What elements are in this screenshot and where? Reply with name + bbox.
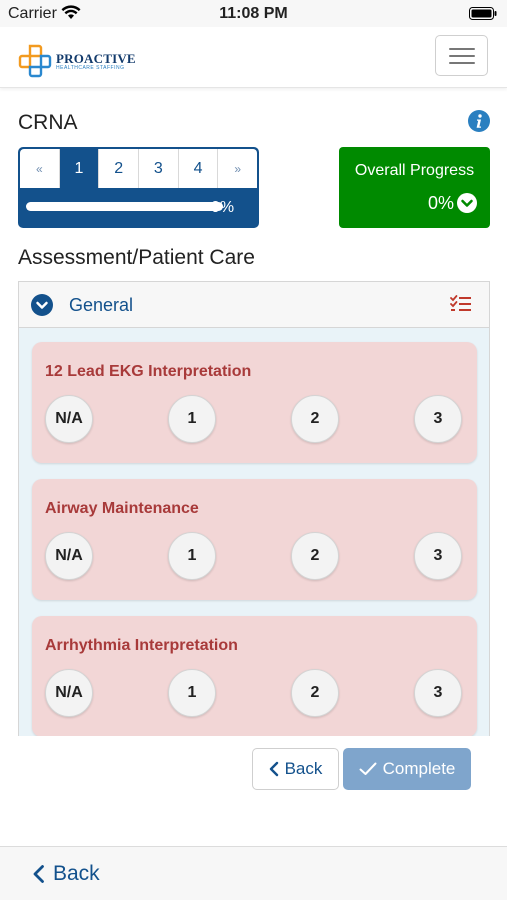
overall-progress-card[interactable]: Overall Progress 0%	[339, 147, 490, 228]
skill-name: 12 Lead EKG Interpretation	[45, 363, 252, 380]
rating-2-button[interactable]: 2	[291, 669, 339, 717]
back-button[interactable]: Back	[252, 748, 339, 790]
rating-na-button[interactable]: N/A	[45, 532, 93, 580]
page-next-link[interactable]: »	[218, 149, 257, 188]
overall-progress-value: 0%	[427, 193, 454, 213]
chevron-circle-down-icon[interactable]	[457, 193, 477, 218]
rating-1-button[interactable]: 1	[168, 395, 216, 443]
complete-button-label: Complete	[382, 759, 456, 778]
skill-name: Airway Maintenance	[45, 500, 199, 517]
complete-button[interactable]: Complete	[343, 748, 471, 790]
status-bar: Carrier 11:08 PM	[0, 0, 507, 27]
bottom-toolbar: Back	[0, 846, 507, 900]
menu-button[interactable]	[435, 35, 488, 76]
rating-1-button[interactable]: 1	[168, 532, 216, 580]
pagination: « 1 2 3 4 »	[20, 149, 257, 188]
section-title: Assessment/Patient Care	[18, 246, 255, 269]
section-progress-label: 0%	[211, 199, 235, 216]
rating-na-button[interactable]: N/A	[45, 395, 93, 443]
skill-card: 12 Lead EKG Interpretation N/A 1 2 3	[32, 342, 477, 463]
page-link-1[interactable]: 1	[59, 149, 100, 188]
page-link-2[interactable]: 2	[99, 149, 140, 188]
panel-header[interactable]: General	[19, 282, 489, 328]
skill-card: Airway Maintenance N/A 1 2 3	[32, 479, 477, 600]
rating-1-button[interactable]: 1	[168, 669, 216, 717]
rating-3-button[interactable]: 3	[414, 395, 462, 443]
skill-card: Arrhythmia Interpretation N/A 1 2 3	[32, 616, 477, 736]
chevron-circle-down-icon[interactable]	[31, 294, 53, 321]
page-link-4[interactable]: 4	[179, 149, 219, 188]
hamburger-menu-icon	[448, 47, 475, 50]
checkmark-icon	[359, 762, 377, 775]
toolbar-back-button[interactable]: Back	[32, 862, 100, 886]
page-title: CRNA	[18, 111, 78, 134]
back-button-label: Back	[284, 759, 323, 778]
rating-3-button[interactable]: 3	[414, 669, 462, 717]
skill-name: Arrhythmia Interpretation	[45, 637, 238, 654]
section-pager: « 1 2 3 4 » 0%	[18, 147, 259, 228]
rating-2-button[interactable]: 2	[291, 532, 339, 580]
info-icon[interactable]	[468, 110, 490, 137]
logo-cross-icon	[18, 44, 52, 78]
clock: 11:08 PM	[219, 5, 288, 22]
section-progress-bar	[26, 202, 223, 211]
logo-title: PROACTIVE	[56, 50, 136, 66]
page-link-3[interactable]: 3	[139, 149, 179, 188]
checklist-icon[interactable]	[450, 295, 472, 318]
rating-na-button[interactable]: N/A	[45, 669, 93, 717]
skills-panel: General 12 Lead EKG Interpretation N/A 1…	[18, 281, 490, 736]
app-logo[interactable]: PROACTIVE HEALTHCARE STAFFING	[18, 44, 136, 78]
logo-subtitle: HEALTHCARE STAFFING	[56, 64, 125, 71]
toolbar-back-label: Back	[53, 862, 100, 885]
battery-icon	[469, 7, 497, 25]
overall-progress-label: Overall Progress	[354, 162, 475, 179]
chevron-left-icon	[33, 865, 44, 883]
page-prev-link[interactable]: «	[20, 149, 60, 188]
rating-2-button[interactable]: 2	[291, 395, 339, 443]
panel-title: General	[69, 295, 134, 315]
chevron-left-icon	[269, 761, 278, 777]
app-header: PROACTIVE HEALTHCARE STAFFING	[0, 27, 507, 88]
rating-3-button[interactable]: 3	[414, 532, 462, 580]
